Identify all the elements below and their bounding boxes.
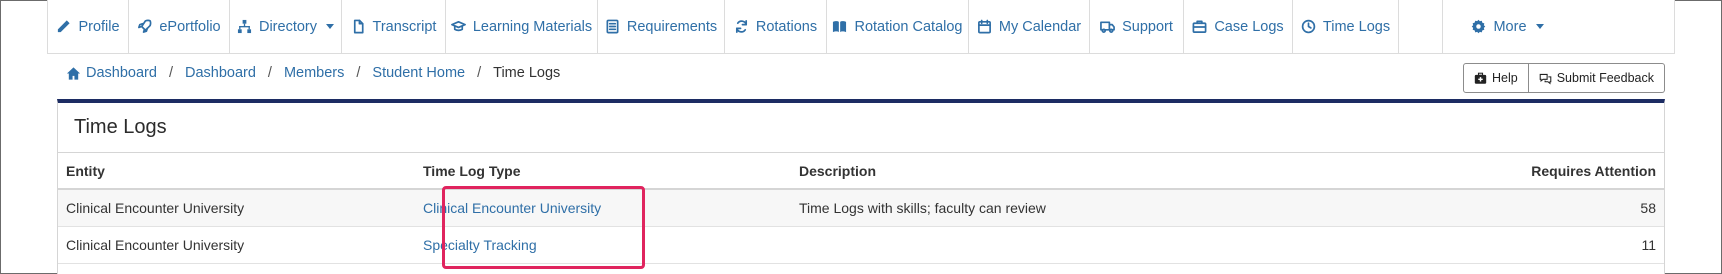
nav-eportfolio-label: ePortfolio bbox=[159, 18, 221, 35]
nav-rotations-label: Rotations bbox=[755, 18, 818, 35]
sitemap-icon bbox=[237, 19, 252, 34]
submit-feedback-button-label: Submit Feedback bbox=[1556, 71, 1654, 85]
comments-icon bbox=[1539, 73, 1552, 84]
nav-requirements[interactable]: Requirements bbox=[598, 0, 725, 53]
truck-icon bbox=[1100, 21, 1115, 33]
column-header-time-log-type[interactable]: Time Log Type bbox=[415, 153, 791, 190]
list-icon bbox=[606, 19, 619, 34]
breadcrumb-current: Time Logs bbox=[493, 65, 561, 81]
description-cell: Time Logs with skills; faculty can revie… bbox=[791, 189, 1360, 227]
nav-support-label: Support bbox=[1122, 18, 1173, 35]
breadcrumb-separator: / bbox=[477, 65, 482, 81]
nav-rotation-catalog-label: Rotation Catalog bbox=[854, 18, 963, 35]
nav-my-calendar-label: My Calendar bbox=[998, 18, 1082, 35]
pencil-icon bbox=[58, 20, 71, 33]
help-button[interactable]: Help bbox=[1463, 63, 1529, 93]
table-row: Clinical Encounter University Clinical E… bbox=[58, 189, 1664, 227]
description-cell bbox=[791, 226, 1360, 264]
help-button-label: Help bbox=[1492, 71, 1518, 85]
nav-directory-label: Directory bbox=[258, 18, 317, 35]
gear-icon bbox=[1472, 19, 1486, 34]
nav-my-calendar[interactable]: My Calendar bbox=[969, 0, 1090, 53]
chevron-down-icon bbox=[326, 24, 334, 29]
entity-cell: Clinical Encounter University bbox=[58, 189, 415, 227]
nav-more-label: More bbox=[1493, 18, 1527, 35]
time-log-type-link[interactable]: Clinical Encounter University bbox=[423, 200, 601, 216]
nav-learning-materials-label: Learning Materials bbox=[472, 18, 593, 35]
nav-support[interactable]: Support bbox=[1090, 0, 1184, 53]
breadcrumb-members-link[interactable]: Members bbox=[284, 65, 344, 81]
nav-transcript[interactable]: Transcript bbox=[342, 0, 446, 53]
book-icon bbox=[833, 21, 847, 33]
nav-eportfolio[interactable]: ePortfolio bbox=[129, 0, 230, 53]
breadcrumb-separator: / bbox=[356, 65, 361, 81]
nav-case-logs-label: Case Logs bbox=[1214, 18, 1284, 35]
panel-title: Time Logs bbox=[58, 103, 1664, 153]
nav-more[interactable]: More bbox=[1443, 0, 1572, 53]
calendar-icon bbox=[977, 19, 991, 34]
nav-rotation-catalog[interactable]: Rotation Catalog bbox=[827, 0, 969, 53]
clock-icon bbox=[1301, 19, 1316, 34]
rocket-icon bbox=[138, 19, 152, 33]
chevron-down-icon bbox=[1535, 24, 1544, 29]
entity-cell: Clinical Encounter University bbox=[58, 226, 415, 264]
requires-attention-cell: 11 bbox=[1359, 226, 1664, 264]
nav-rotations[interactable]: Rotations bbox=[725, 0, 827, 53]
nav-profile[interactable]: Profile bbox=[48, 0, 129, 53]
breadcrumb-dashboard-link[interactable]: Dashboard bbox=[185, 65, 256, 81]
breadcrumb-home-link[interactable]: Dashboard bbox=[66, 65, 157, 81]
nav-empty-slot bbox=[1399, 0, 1443, 53]
time-log-type-link[interactable]: Specialty Tracking bbox=[423, 237, 537, 253]
breadcrumb-student-home-link[interactable]: Student Home bbox=[372, 65, 465, 81]
top-navigation: Profile ePortfolio Directory Transcript … bbox=[47, 0, 1675, 54]
nav-directory[interactable]: Directory bbox=[230, 0, 342, 53]
nav-requirements-label: Requirements bbox=[626, 18, 718, 35]
refresh-icon bbox=[735, 20, 747, 33]
nav-transcript-label: Transcript bbox=[372, 18, 437, 35]
time-logs-table: Entity Time Log Type Description Require… bbox=[58, 153, 1664, 264]
requires-attention-cell: 58 bbox=[1359, 189, 1664, 227]
graduation-cap-icon bbox=[450, 20, 466, 32]
table-header-row: Entity Time Log Type Description Require… bbox=[58, 153, 1664, 190]
breadcrumb-separator: / bbox=[168, 65, 173, 81]
briefcase-icon bbox=[1192, 20, 1207, 33]
first-aid-kit-icon bbox=[1474, 72, 1487, 84]
nav-learning-materials[interactable]: Learning Materials bbox=[446, 0, 598, 53]
file-icon bbox=[353, 19, 364, 34]
time-log-type-cell: Specialty Tracking bbox=[415, 226, 791, 264]
nav-time-logs-label: Time Logs bbox=[1322, 18, 1391, 35]
submit-feedback-button[interactable]: Submit Feedback bbox=[1528, 63, 1665, 93]
column-header-entity[interactable]: Entity bbox=[58, 153, 415, 190]
table-row: Clinical Encounter University Specialty … bbox=[58, 226, 1664, 264]
home-icon bbox=[66, 66, 81, 80]
nav-case-logs[interactable]: Case Logs bbox=[1184, 0, 1293, 53]
time-log-type-cell: Clinical Encounter University bbox=[415, 189, 791, 227]
breadcrumb-home-label: Dashboard bbox=[86, 65, 157, 81]
page-actions: Help Submit Feedback bbox=[1463, 63, 1665, 93]
time-logs-panel: Time Logs Entity Time Log Type Descripti… bbox=[57, 99, 1665, 274]
column-header-requires-attention[interactable]: Requires Attention bbox=[1359, 153, 1664, 190]
breadcrumb: Dashboard / Dashboard / Members / Studen… bbox=[66, 65, 560, 81]
breadcrumb-separator: / bbox=[267, 65, 272, 81]
nav-time-logs[interactable]: Time Logs bbox=[1293, 0, 1399, 53]
column-header-description[interactable]: Description bbox=[791, 153, 1360, 190]
nav-profile-label: Profile bbox=[78, 18, 120, 35]
